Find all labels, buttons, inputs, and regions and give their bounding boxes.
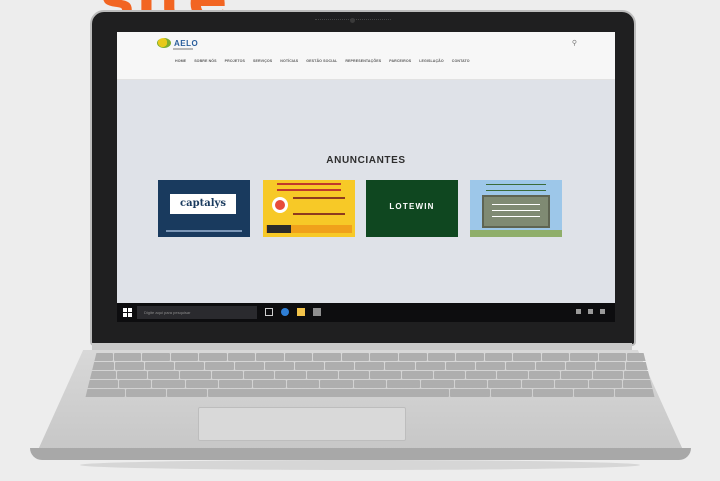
section-title: ANUNCIANTES xyxy=(326,155,406,166)
banner-ground xyxy=(470,230,562,237)
task-view-icon[interactable] xyxy=(265,308,273,316)
advertiser-tagline xyxy=(166,230,242,232)
laptop-hinge xyxy=(92,343,632,351)
notification-icon[interactable] xyxy=(576,309,581,314)
advertiser-banner-signboard[interactable] xyxy=(470,180,562,237)
system-tray xyxy=(576,309,605,314)
windows-icon[interactable] xyxy=(123,308,132,317)
advertiser-logo: captalys xyxy=(170,194,236,214)
folder-icon[interactable] xyxy=(297,308,305,316)
logo-text: AELO xyxy=(174,38,199,48)
logo-mark-icon xyxy=(157,38,171,48)
site-header: AELO ⚲ HOME SOBRE NÓS PROJETOS SERVIÇOS … xyxy=(117,32,615,80)
menu-item-noticias[interactable]: NOTÍCIAS xyxy=(280,59,298,63)
menu-item-gestao-social[interactable]: GESTÃO SOCIAL xyxy=(306,59,337,63)
menu-item-legislacao[interactable]: LEGISLAÇÃO xyxy=(419,59,444,63)
laptop-shadow xyxy=(80,460,640,470)
banner-text xyxy=(293,197,345,215)
network-icon[interactable] xyxy=(588,309,593,314)
taskbar-search-input[interactable]: Digite aqui para pesquisar xyxy=(137,306,257,319)
banner-headline xyxy=(486,184,546,191)
advertiser-logo: LOTEWIN xyxy=(389,202,435,211)
touchpad xyxy=(198,407,406,441)
search-icon[interactable]: ⚲ xyxy=(572,39,577,47)
advertiser-banner-captalys[interactable]: captalys xyxy=(158,180,250,237)
menu-item-sobre-nos[interactable]: SOBRE NÓS xyxy=(194,59,216,63)
menu-item-servicos[interactable]: SERVIÇOS xyxy=(253,59,272,63)
taskbar-pinned-apps xyxy=(265,308,321,316)
volume-icon[interactable] xyxy=(600,309,605,314)
laptop-base-edge xyxy=(30,448,691,460)
signboard-line xyxy=(492,210,540,211)
banner-headline xyxy=(277,183,341,191)
keyboard xyxy=(85,353,655,399)
menu-item-home[interactable]: HOME xyxy=(175,59,186,63)
location-pin-icon xyxy=(272,197,288,213)
edge-icon[interactable] xyxy=(281,308,289,316)
menu-item-parceiros[interactable]: PARCEIROS xyxy=(389,59,411,63)
banner-footer-logo xyxy=(267,225,291,233)
signboard-line xyxy=(492,216,540,217)
advertiser-banner-lotewin[interactable]: LOTEWIN xyxy=(366,180,458,237)
logo-tagline xyxy=(173,48,193,50)
main-menu: HOME SOBRE NÓS PROJETOS SERVIÇOS NOTÍCIA… xyxy=(175,59,470,63)
mockup-stage: site AELO ⚲ HOME SOBRE NÓS PROJETOS SERV… xyxy=(0,0,720,481)
laptop-screen: AELO ⚲ HOME SOBRE NÓS PROJETOS SERVIÇOS … xyxy=(117,32,615,322)
store-icon[interactable] xyxy=(313,308,321,316)
menu-item-representacoes[interactable]: REPRESENTAÇÕES xyxy=(345,59,381,63)
signboard-line xyxy=(492,204,540,205)
menu-item-contato[interactable]: CONTATO xyxy=(452,59,470,63)
windows-taskbar: Digite aqui para pesquisar xyxy=(117,303,615,322)
advertiser-banner-yellow[interactable] xyxy=(263,180,355,237)
menu-item-projetos[interactable]: PROJETOS xyxy=(225,59,245,63)
webcam-icon xyxy=(350,18,355,23)
signboard-image xyxy=(482,195,550,228)
